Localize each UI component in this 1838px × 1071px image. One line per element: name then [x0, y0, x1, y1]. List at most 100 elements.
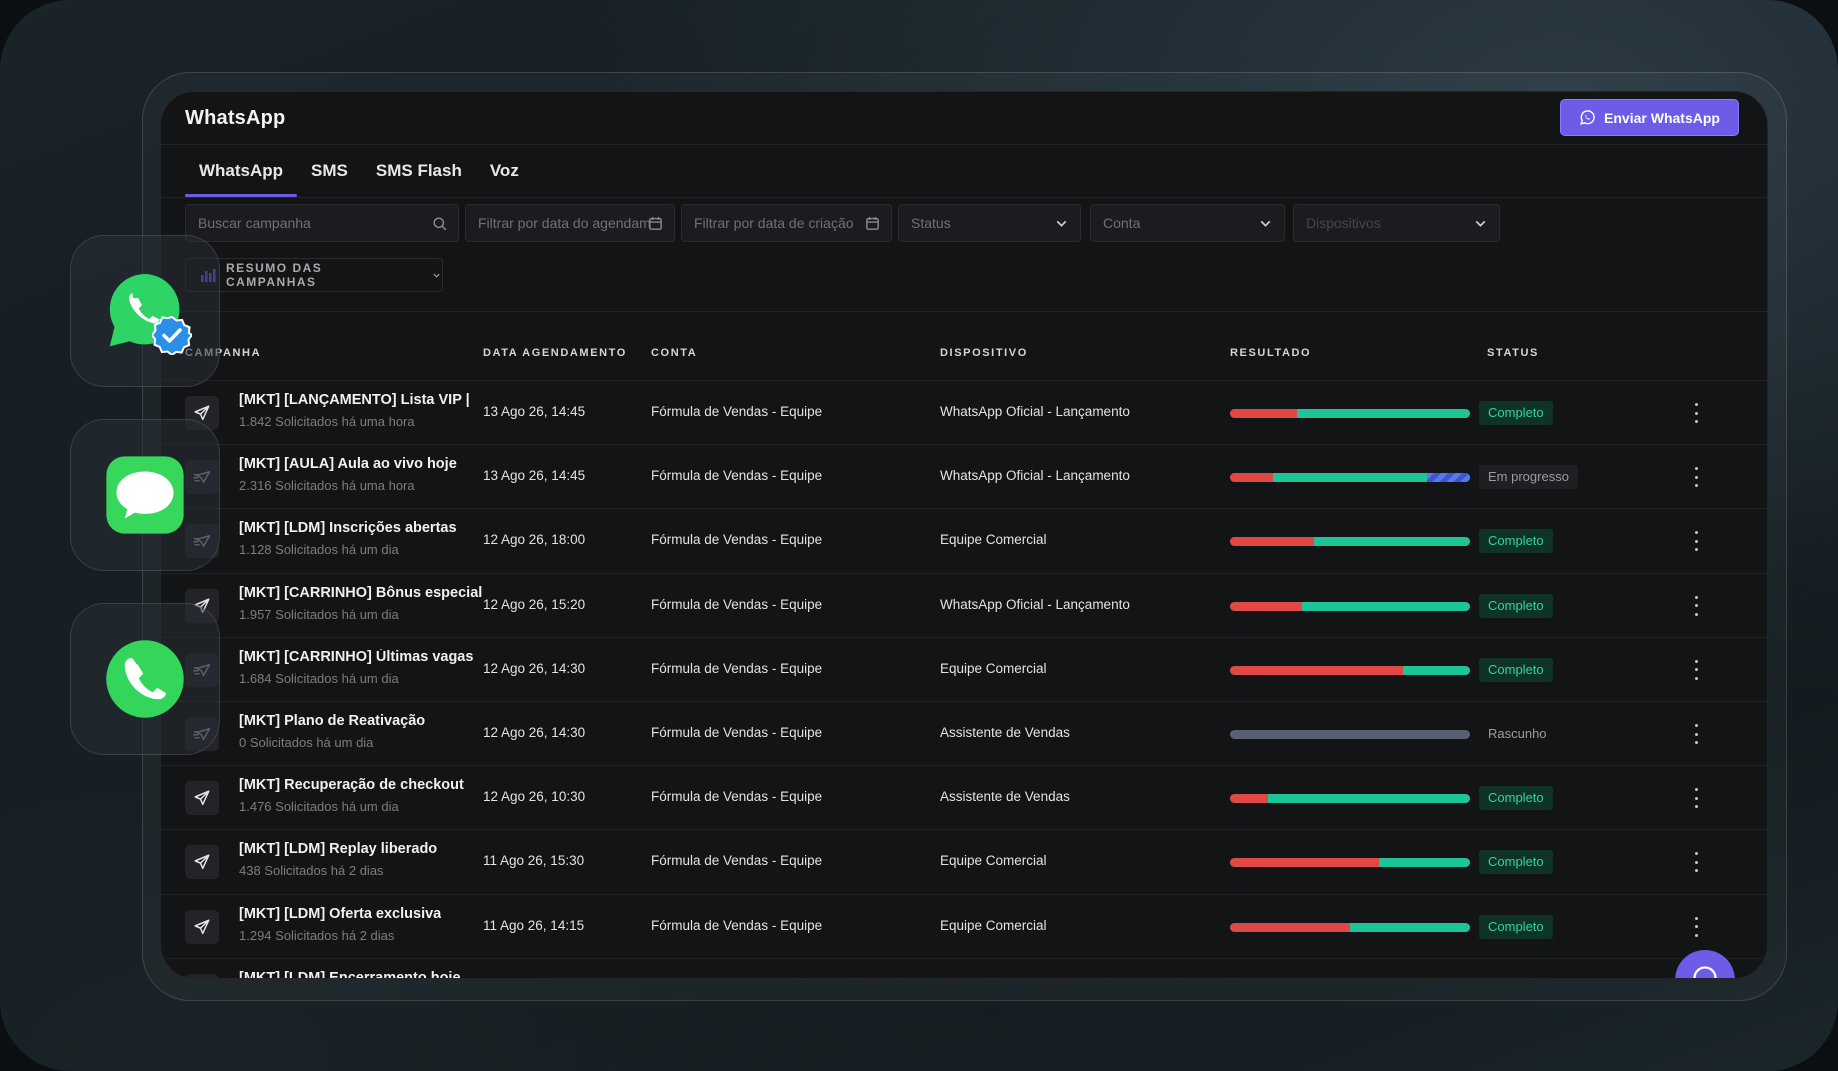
campaign-name[interactable]: [MKT] Recuperação de checkout — [239, 777, 464, 793]
result-bar — [1230, 473, 1470, 483]
device-name: Equipe Comercial — [940, 853, 1047, 869]
search-input[interactable]: Buscar campanha — [185, 204, 459, 242]
device-name: Assistente de Vendas — [940, 725, 1070, 740]
result-bar-failed — [1230, 409, 1298, 418]
result-bar-failed — [1230, 794, 1269, 804]
account-name: Fórmula de Vendas - Equipe — [651, 532, 823, 548]
campaign-requested: 1.957 Solicitados há um dia — [239, 606, 399, 622]
result-bar-delivered — [1297, 409, 1470, 418]
campaign-requested: 1.128 Solicitados há um dia — [239, 542, 399, 558]
more-options-icon[interactable] — [1693, 531, 1699, 552]
campaign-name[interactable]: [MKT] [CARRINHO] Últimas vagas — [239, 649, 473, 665]
campaign-summary-button[interactable]: RESUMO DAS CAMPANHAS — [185, 258, 443, 292]
schedule-date: 12 Ago 26, 14:30 — [483, 660, 586, 676]
campaign-requested: 1.476 Solicitados há um dia — [239, 799, 399, 815]
campaign-name[interactable]: [MKT] [CARRINHO] Bônus especial — [239, 585, 482, 601]
more-options-icon[interactable] — [1693, 403, 1699, 423]
status-badge: Completo — [1479, 914, 1553, 939]
campaign-name[interactable]: [MKT] [LDM] Oferta exclusiva — [239, 906, 441, 922]
table-row[interactable]: [MKT] [LDM] Oferta exclusiva 1.294 Solic… — [161, 893, 1767, 958]
column-header-device[interactable]: DISPOSITIVO — [940, 347, 1028, 359]
tab-sms-flash[interactable]: SMS Flash — [362, 145, 476, 197]
table-row[interactable]: [MKT] [CARRINHO] Bônus especial 1.957 So… — [161, 572, 1767, 637]
table-row[interactable]: [MKT] [CARRINHO] Últimas vagas 1.684 Sol… — [161, 636, 1767, 701]
devices-select[interactable]: Dispositivos — [1293, 204, 1500, 242]
campaign-name[interactable]: [MKT] [LDM] Replay liberado — [239, 841, 437, 857]
campaign-summary-label: RESUMO DAS CAMPANHAS — [225, 261, 323, 289]
campaign-name[interactable]: [MKT] Plano de Reativação — [239, 713, 425, 729]
result-bar — [1230, 858, 1470, 868]
whatsapp-app-card — [70, 235, 220, 387]
result-bar-failed — [1230, 922, 1350, 932]
column-header-result[interactable]: RESULTADO — [1230, 347, 1311, 359]
channel-tabs: WhatsApp SMS SMS Flash Voz — [185, 145, 533, 197]
result-bar — [1230, 665, 1470, 675]
device-name: WhatsApp Oficial - Lançamento — [940, 404, 1130, 419]
tab-whatsapp[interactable]: WhatsApp — [185, 145, 298, 197]
campaign-requested: 1.294 Solicitados há 2 dias — [239, 927, 395, 943]
campaign-name[interactable]: [MKT] [LDM] Encerramento hoje — [239, 970, 461, 978]
devices-select-label: Dispositivos — [1306, 215, 1381, 231]
more-options-icon[interactable] — [1693, 852, 1699, 873]
phone-app-card — [70, 603, 220, 755]
account-name: Fórmula de Vendas - Equipe — [651, 596, 823, 612]
column-header-account[interactable]: CONTA — [651, 347, 697, 359]
column-header-schedule[interactable]: DATA AGENDAMENTO — [483, 347, 627, 359]
account-name: Fórmula de Vendas - Equipe — [651, 404, 823, 419]
more-options-icon[interactable] — [1693, 724, 1699, 744]
status-badge: Em progresso — [1479, 465, 1578, 490]
table-row[interactable]: [MKT] Plano de Reativação 0 Solicitados … — [161, 701, 1767, 765]
campaign-name[interactable]: [MKT] [LDM] Inscrições abertas — [239, 520, 457, 536]
whatsapp-icon — [1580, 110, 1595, 125]
account-name: Fórmula de Vendas - Equipe — [651, 725, 823, 740]
campaign-requested: 0 Solicitados há um dia — [239, 735, 374, 750]
table-row[interactable]: [MKT] [LDM] Encerramento hoje 1.067 Soli… — [161, 957, 1767, 978]
status-badge: Rascunho — [1488, 726, 1547, 741]
table-row[interactable]: [MKT] [LDM] Inscrições abertas 1.128 Sol… — [161, 508, 1767, 572]
schedule-date: 12 Ago 26, 14:30 — [483, 725, 586, 740]
table-row[interactable]: [MKT] [LANÇAMENTO] Lista VIP | 1.842 Sol… — [161, 380, 1767, 444]
table-row[interactable]: [MKT] Recuperação de checkout 1.476 Soli… — [161, 765, 1767, 829]
table-row[interactable]: [MKT] [LDM] Replay liberado 438 Solicita… — [161, 829, 1767, 893]
campaign-name[interactable]: [MKT] [AULA] Aula ao vivo hoje — [239, 456, 457, 472]
status-badge: Completo — [1479, 786, 1553, 811]
account-select-label: Conta — [1103, 215, 1141, 231]
column-header-status[interactable]: STATUS — [1487, 347, 1539, 359]
schedule-date: 11 Ago 26, 14:15 — [483, 917, 585, 933]
result-bar — [1230, 922, 1470, 932]
tab-sms[interactable]: SMS — [297, 145, 362, 197]
more-options-icon[interactable] — [1693, 467, 1699, 488]
device-name: Assistente de Vendas — [940, 789, 1070, 805]
device-name: Equipe Comercial — [940, 660, 1047, 676]
account-name: Fórmula de Vendas - Equipe — [651, 789, 823, 805]
tab-voz[interactable]: Voz — [476, 145, 533, 197]
schedule-date: 12 Ago 26, 10:30 — [483, 789, 586, 805]
created-date-filter[interactable]: Filtrar por data de criação — [681, 204, 892, 242]
verified-badge-icon — [152, 315, 192, 355]
result-bar — [1230, 409, 1470, 418]
more-options-icon[interactable] — [1693, 788, 1699, 809]
schedule-date: 13 Ago 26, 14:45 — [483, 468, 586, 484]
schedule-date-filter[interactable]: Filtrar por data do agendam — [465, 204, 675, 242]
send-whatsapp-button[interactable]: Enviar WhatsApp — [1560, 99, 1739, 136]
status-badge: Completo — [1479, 529, 1553, 554]
chevron-down-icon — [1475, 220, 1486, 227]
campaign-name[interactable]: [MKT] [LANÇAMENTO] Lista VIP | — [239, 392, 470, 408]
more-options-icon[interactable] — [1693, 659, 1699, 680]
more-options-icon[interactable] — [1693, 595, 1699, 616]
account-name: Fórmula de Vendas - Equipe — [651, 853, 823, 869]
status-select-label: Status — [911, 215, 951, 231]
result-bar — [1230, 730, 1470, 739]
campaigns-panel: WhatsApp Enviar WhatsApp WhatsApp SMS SM… — [160, 91, 1768, 979]
top-bar: WhatsApp Enviar WhatsApp — [161, 92, 1767, 145]
account-select[interactable]: Conta — [1090, 204, 1285, 242]
account-name: Fórmula de Vendas - Equipe — [651, 468, 823, 484]
result-bar — [1230, 601, 1470, 611]
status-select[interactable]: Status — [898, 204, 1081, 242]
result-bar-delivered — [1350, 922, 1470, 932]
schedule-date-placeholder: Filtrar por data do agendam — [478, 215, 651, 231]
more-options-icon[interactable] — [1693, 916, 1699, 937]
calendar-icon — [866, 217, 879, 230]
table-row[interactable]: [MKT] [AULA] Aula ao vivo hoje 2.316 Sol… — [161, 444, 1767, 508]
search-placeholder: Buscar campanha — [198, 215, 311, 231]
